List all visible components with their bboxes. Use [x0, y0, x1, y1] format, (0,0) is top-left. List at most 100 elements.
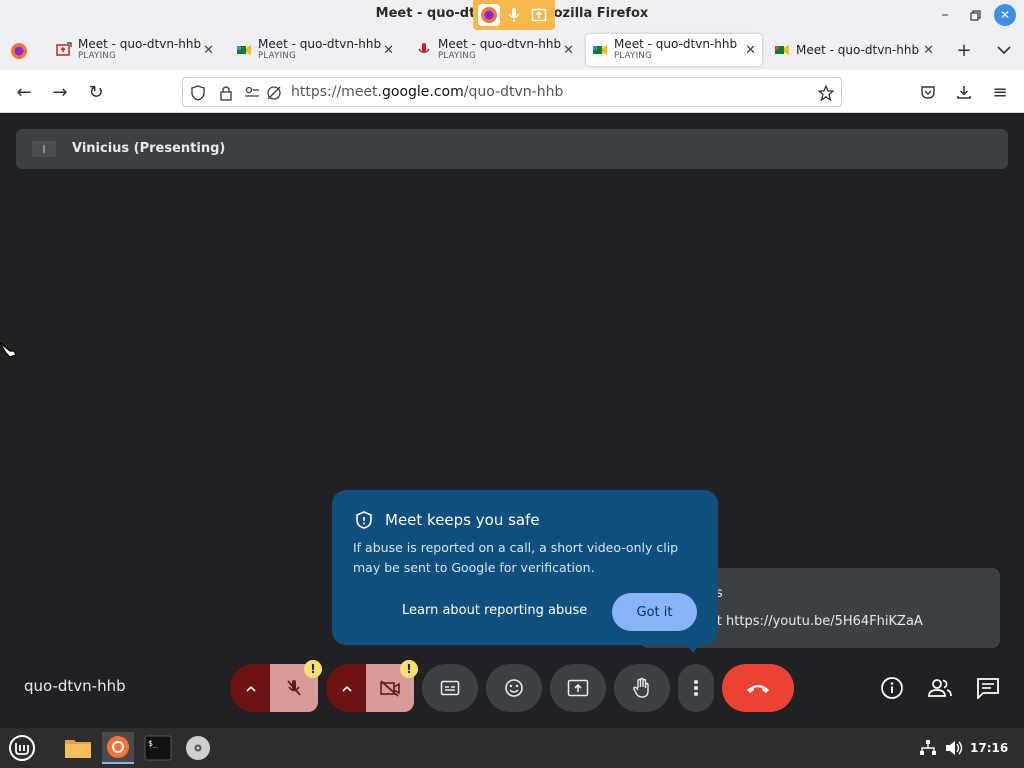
- svg-text:$_: $_: [148, 739, 158, 748]
- meet-icon: [593, 45, 607, 55]
- close-icon[interactable]: ✕: [563, 43, 574, 58]
- screen-sharing-permission-icon[interactable]: [265, 84, 283, 102]
- chat-message: tyt https://youtu.be/5H64FhiKZaA: [704, 614, 923, 629]
- close-window-button[interactable]: ✕: [994, 4, 1016, 26]
- menu-icon[interactable]: ≡: [988, 80, 1012, 104]
- volume-icon[interactable]: [938, 732, 970, 764]
- screen-share-icon: [528, 4, 550, 26]
- tab-meet-4[interactable]: Meet - quo-dtvn-hhb PLAYING ✕: [586, 34, 762, 66]
- navigation-bar: ← → ↻ https://meet.google.com/quo-dtvn-h…: [0, 70, 1024, 113]
- mouse-cursor-icon: [0, 339, 18, 363]
- people-button[interactable]: [927, 675, 953, 701]
- tab-meet-1[interactable]: Meet - quo-dtvn-hhb PLAYING ✕: [50, 34, 220, 66]
- minimize-button[interactable]: –: [934, 4, 956, 26]
- learn-reporting-abuse-link[interactable]: Learn about reporting abuse: [402, 603, 587, 618]
- safety-popup-title: Meet keeps you safe: [385, 511, 540, 529]
- system-taskbar: $_ 17:16: [0, 728, 1024, 768]
- close-icon[interactable]: ✕: [203, 43, 214, 58]
- sharing-tab-icon: [56, 42, 72, 56]
- forward-button[interactable]: →: [48, 80, 72, 104]
- tab-meet-2[interactable]: Meet - quo-dtvn-hhb PLAYING ✕: [230, 34, 400, 66]
- emoji-icon: [505, 679, 523, 697]
- firefox-taskbar-icon[interactable]: [102, 732, 134, 764]
- tab-meet-3[interactable]: Meet - quo-dtvn-hhb PLAYING ✕: [410, 34, 580, 66]
- linux-mint-menu-icon[interactable]: [6, 732, 38, 764]
- presenter-name: Vinicius (Presenting): [72, 141, 226, 156]
- system-clock[interactable]: 17:16: [970, 741, 1008, 755]
- close-icon[interactable]: ✕: [745, 43, 756, 58]
- back-button[interactable]: ←: [12, 80, 36, 104]
- hand-icon: [633, 677, 649, 698]
- captions-button[interactable]: [422, 664, 478, 712]
- downloads-icon[interactable]: [952, 80, 976, 104]
- close-icon[interactable]: ✕: [923, 43, 934, 58]
- tab-title: Meet - quo-dtvn-hhb: [614, 37, 738, 51]
- tab-playing-label: PLAYING: [78, 51, 116, 61]
- safety-popup: Meet keeps you safe If abuse is reported…: [332, 490, 718, 653]
- microphone-icon: [503, 4, 525, 26]
- chat-icon: [977, 678, 999, 699]
- window-titlebar: Meet - quo-dtvn-hhb - Mozilla Firefox – …: [0, 0, 1024, 30]
- safety-popup-body: If abuse is reported on a call, a short …: [353, 540, 679, 575]
- present-screen-button[interactable]: [550, 664, 606, 712]
- url-text[interactable]: https://meet.google.com/quo-dtvn-hhb: [291, 84, 563, 100]
- meet-stage: Vinicius (Presenting) ius tyt https://yo…: [0, 113, 1024, 728]
- chat-button[interactable]: [975, 675, 1001, 701]
- maximize-button[interactable]: [964, 4, 986, 26]
- audio-settings-button[interactable]: [230, 664, 272, 712]
- tab-title: Meet - quo-dtvn-hhb: [438, 37, 562, 51]
- more-options-button[interactable]: [678, 664, 714, 712]
- firefox-view-icon[interactable]: [10, 42, 28, 64]
- microphone-tab-icon: [418, 43, 430, 54]
- captions-icon: [440, 680, 460, 696]
- meeting-code: quo-dtvn-hhb: [24, 677, 126, 695]
- tab-strip: Meet - quo-dtvn-hhb PLAYING ✕ Meet - quo…: [0, 30, 1024, 70]
- firefox-icon: [478, 4, 501, 26]
- tab-meet-5[interactable]: Meet - quo-dtvn-hhb ✕: [768, 34, 940, 66]
- tab-playing-label: PLAYING: [614, 51, 652, 61]
- shield-icon: [356, 511, 372, 529]
- hang-up-icon: [747, 685, 769, 693]
- info-icon: [881, 677, 903, 699]
- popup-pointer: [684, 642, 702, 653]
- microphone-off-icon: [287, 680, 301, 696]
- list-tabs-button[interactable]: [992, 38, 1016, 62]
- new-tab-button[interactable]: +: [952, 38, 976, 62]
- video-settings-button[interactable]: [326, 664, 368, 712]
- terminal-icon[interactable]: $_: [142, 732, 174, 764]
- meet-icon: [775, 45, 789, 55]
- more-vert-icon: [694, 680, 698, 696]
- url-path: /quo-dtvn-hhb: [463, 84, 564, 100]
- tab-title: Meet - quo-dtvn-hhb: [78, 37, 202, 51]
- url-domain: google.com: [382, 84, 464, 100]
- disc-icon[interactable]: [182, 732, 214, 764]
- files-icon[interactable]: [62, 732, 94, 764]
- permissions-icon[interactable]: [243, 84, 261, 102]
- sharing-indicator[interactable]: [473, 0, 555, 30]
- raise-hand-button[interactable]: [614, 664, 670, 712]
- close-icon[interactable]: ✕: [383, 43, 394, 58]
- leave-call-button[interactable]: [722, 664, 794, 712]
- meet-icon: [237, 45, 251, 55]
- people-icon: [928, 679, 952, 697]
- meeting-details-button[interactable]: [879, 675, 905, 701]
- url-prefix: https://meet.: [291, 84, 382, 100]
- bookmark-star-icon[interactable]: [817, 84, 835, 102]
- present-icon: [567, 679, 589, 697]
- reactions-button[interactable]: [486, 664, 542, 712]
- tab-playing-label: PLAYING: [258, 51, 296, 61]
- reload-button[interactable]: ↻: [84, 80, 108, 104]
- tab-playing-label: PLAYING: [438, 51, 476, 61]
- chevron-up-icon: [342, 685, 352, 692]
- pocket-icon[interactable]: [916, 80, 940, 104]
- camera-warning-badge: !: [400, 660, 418, 678]
- lock-icon[interactable]: [217, 84, 235, 102]
- presenter-bar: Vinicius (Presenting): [16, 129, 1008, 169]
- url-bar[interactable]: https://meet.google.com/quo-dtvn-hhb: [182, 77, 842, 107]
- presenting-icon: [30, 139, 58, 159]
- got-it-button[interactable]: Got it: [612, 593, 697, 631]
- tab-title: Meet - quo-dtvn-hhb: [796, 43, 920, 57]
- shield-icon[interactable]: [189, 84, 207, 102]
- mic-warning-badge: !: [304, 660, 322, 678]
- camera-off-icon: [380, 680, 400, 697]
